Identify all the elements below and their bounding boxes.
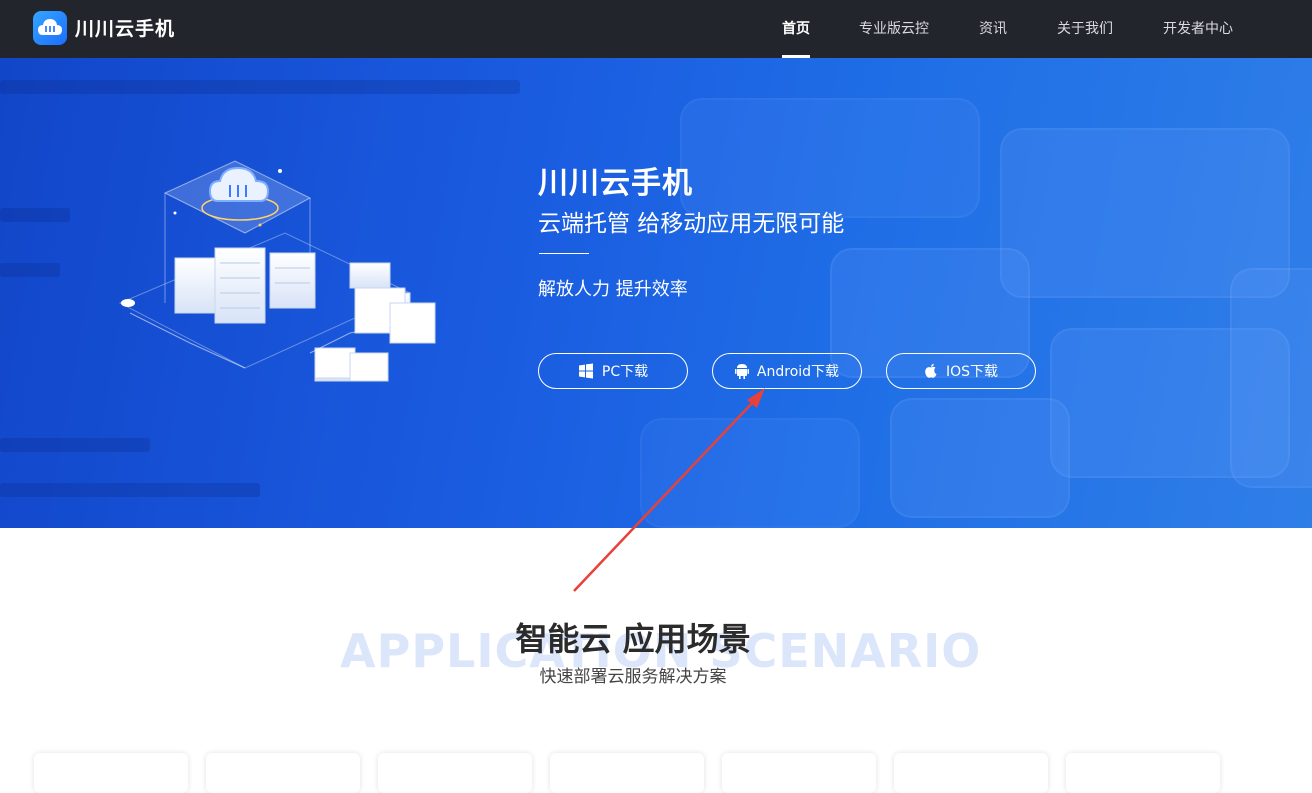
nav-item-about[interactable]: 关于我们 xyxy=(1057,18,1113,38)
brand-name[interactable]: 川川云手机 xyxy=(75,14,175,41)
pc-download-button[interactable]: PC下载 xyxy=(538,353,688,389)
bg-keyboard-key xyxy=(640,418,860,528)
ios-download-button[interactable]: IOS下载 xyxy=(886,353,1036,389)
cloud-logo-icon[interactable] xyxy=(33,11,67,45)
windows-icon xyxy=(578,363,593,379)
bg-keyboard-key xyxy=(680,98,980,218)
cloud-server-illustration xyxy=(118,160,436,382)
android-download-button[interactable]: Android下载 xyxy=(712,353,862,389)
hero-subtitle: 云端托管 给移动应用无限可能 xyxy=(538,211,845,237)
top-navbar: 川川云手机 首页 专业版云控 资讯 关于我们 开发者中心 xyxy=(0,0,1312,58)
hero-divider xyxy=(539,253,589,254)
hero-title: 川川云手机 xyxy=(538,166,693,201)
bg-code-line xyxy=(0,438,150,452)
scenario-card[interactable] xyxy=(34,753,188,793)
android-download-label: Android下载 xyxy=(756,364,840,380)
section-subtitle: 快速部署云服务解决方案 xyxy=(539,667,727,687)
pc-download-label: PC下载 xyxy=(601,364,649,380)
bg-code-line xyxy=(0,263,60,277)
nav-item-news[interactable]: 资讯 xyxy=(979,18,1007,38)
hero-banner: 川川云手机 云端托管 给移动应用无限可能 解放人力 提升效率 PC下载 Andr… xyxy=(0,58,1312,528)
scenario-card[interactable] xyxy=(894,753,1048,793)
nav-item-pro-cloud-control[interactable]: 专业版云控 xyxy=(859,18,929,38)
android-icon xyxy=(734,364,749,379)
scenario-card[interactable] xyxy=(722,753,876,793)
nav-item-home[interactable]: 首页 xyxy=(782,18,810,38)
scenario-card[interactable] xyxy=(206,753,360,793)
hero-slogan: 解放人力 提升效率 xyxy=(538,279,688,300)
apple-icon xyxy=(925,363,937,378)
bg-keyboard-key xyxy=(1230,268,1312,488)
bg-keyboard-key xyxy=(890,398,1070,518)
bg-code-line xyxy=(0,80,520,94)
scenario-card[interactable] xyxy=(1066,753,1220,793)
ios-download-label: IOS下载 xyxy=(945,364,999,380)
scenario-card[interactable] xyxy=(550,753,704,793)
bg-code-line xyxy=(0,208,70,222)
nav-item-developer[interactable]: 开发者中心 xyxy=(1163,18,1233,38)
bg-code-line xyxy=(0,483,260,497)
scenario-card[interactable] xyxy=(378,753,532,793)
section-title: 智能云 应用场景 xyxy=(515,620,751,658)
